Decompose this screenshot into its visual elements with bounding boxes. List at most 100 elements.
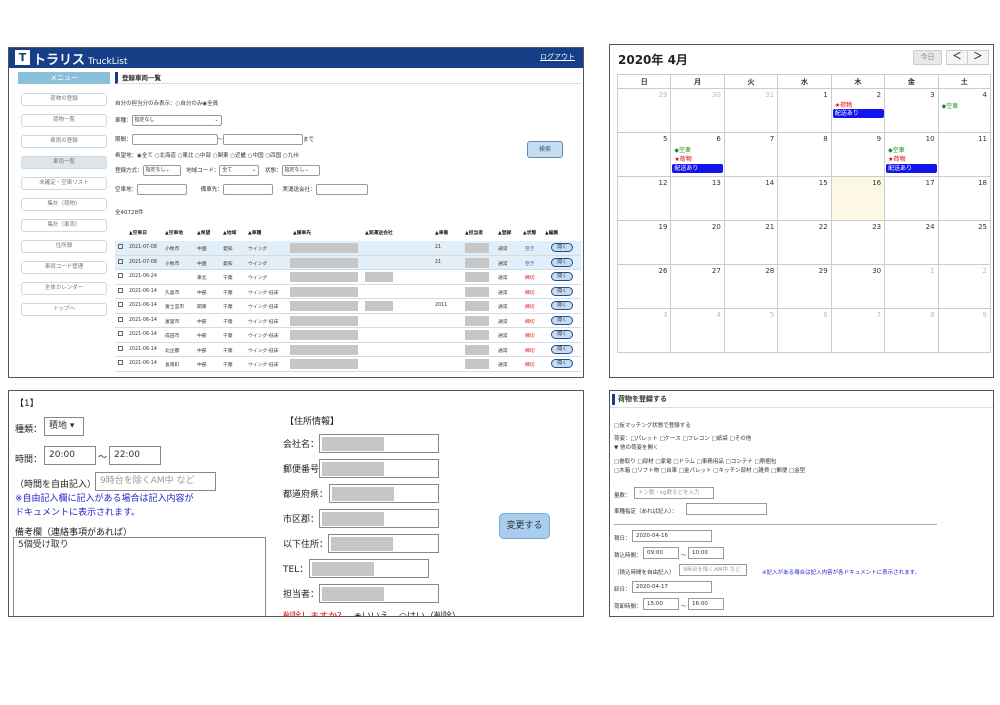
calendar-day-cell[interactable]: 16 bbox=[830, 177, 885, 221]
row-checkbox[interactable] bbox=[118, 345, 123, 351]
calendar-day-cell[interactable]: 29 bbox=[617, 89, 671, 133]
time-from-input[interactable]: 20:00 bbox=[44, 446, 96, 465]
calendar-day-cell[interactable]: 9 bbox=[830, 133, 885, 177]
col-header[interactable]: ▲実運送会社 bbox=[365, 227, 393, 241]
event-nimotsu[interactable]: ★荷物 bbox=[888, 154, 905, 163]
calendar-day-cell[interactable]: 30 bbox=[830, 265, 885, 309]
next-month-button[interactable]: ＞ bbox=[967, 50, 989, 65]
pref-input[interactable] bbox=[329, 484, 439, 503]
row-checkbox[interactable] bbox=[118, 302, 123, 307]
col-header[interactable]: ▲状態 bbox=[523, 227, 536, 241]
open-button[interactable]: 開く bbox=[551, 330, 573, 339]
unload-from-input[interactable]: 15:00 bbox=[643, 598, 679, 610]
col-header[interactable]: ▲登録 bbox=[498, 227, 511, 241]
transport-company-input[interactable] bbox=[315, 184, 368, 195]
calendar-day-cell[interactable]: 5 bbox=[723, 309, 778, 353]
calendar-day-cell[interactable]: 31 bbox=[723, 89, 778, 133]
col-header[interactable]: ▲編集 bbox=[545, 227, 558, 241]
prep-place-input[interactable] bbox=[222, 184, 273, 195]
col-header[interactable]: ▲空車日 bbox=[129, 227, 147, 241]
col-header[interactable]: ▲車番 bbox=[435, 227, 448, 241]
change-button[interactable]: 変更する bbox=[499, 513, 550, 539]
temp-match-checkbox[interactable]: □仮マッチング状態で登録する bbox=[614, 421, 691, 429]
today-button[interactable]: 今日 bbox=[913, 50, 942, 65]
prev-month-button[interactable]: ＜ bbox=[946, 50, 968, 65]
zip-input[interactable] bbox=[319, 459, 439, 478]
unload-to-input[interactable]: 16:00 bbox=[688, 598, 724, 610]
open-button[interactable]: 開く bbox=[551, 272, 573, 281]
all-radio[interactable]: ◉全員 bbox=[202, 101, 218, 107]
status-select[interactable]: 指定なし⌄ bbox=[281, 165, 320, 176]
more-styles-toggle[interactable]: ▼ 他の荷姿を開く bbox=[614, 443, 658, 451]
sidebar-item-unconfirmed[interactable]: 未確定・空車リスト bbox=[21, 177, 107, 190]
logout-link[interactable]: ログアウト bbox=[540, 52, 575, 62]
sidebar-item-vehicle-code[interactable]: 車両コード管理 bbox=[21, 261, 107, 274]
address-input[interactable] bbox=[328, 534, 439, 553]
col-header[interactable]: ▲車種 bbox=[248, 227, 261, 241]
search-button[interactable]: 検索 bbox=[527, 141, 563, 158]
load-from-input[interactable]: 09:00 bbox=[643, 547, 679, 559]
event-haisou[interactable]: 配送あり bbox=[886, 164, 938, 173]
calendar-day-cell[interactable]: 9 bbox=[937, 309, 991, 353]
calendar-day-cell[interactable]: 7 bbox=[830, 309, 885, 353]
sidebar-item-vehicle-register[interactable]: 車両の登録 bbox=[21, 135, 107, 148]
load-date-input[interactable]: 2020-04-16 bbox=[632, 530, 712, 542]
sidebar-item-stats-vehicle[interactable]: 集計（車両） bbox=[21, 219, 107, 232]
region-radios[interactable]: ◉全て ○北海道 ○東北 ○中部 ○関東 ○近畿 ○中国 ○四国 ○九州 bbox=[137, 153, 299, 159]
calendar-day-cell[interactable]: 1 bbox=[777, 89, 831, 133]
col-header[interactable]: ▲空車地 bbox=[165, 227, 183, 241]
car-type-select[interactable]: 指定なし ⌄ bbox=[131, 115, 222, 126]
load-to-input[interactable]: 10:00 bbox=[688, 547, 724, 559]
tel-input[interactable] bbox=[309, 559, 429, 578]
open-button[interactable]: 開く bbox=[551, 286, 573, 296]
row-checkbox[interactable] bbox=[118, 287, 123, 293]
style-checkboxes[interactable]: 荷姿：□パレット □ケース □フレコン □紙袋 □その他 bbox=[614, 434, 751, 442]
qty-input[interactable]: トン数・kg数などを入力 bbox=[634, 487, 714, 499]
period-start-input[interactable] bbox=[131, 134, 218, 145]
type-select[interactable]: 積地 ▾ bbox=[44, 417, 84, 436]
table-row[interactable]: 2021-06-24 東北 千葉 ウイング 通常 締切 開く bbox=[115, 270, 581, 285]
sidebar-item-stats-cargo[interactable]: 集計（荷物） bbox=[21, 198, 107, 211]
row-checkbox[interactable] bbox=[118, 316, 123, 322]
calendar-day-cell[interactable]: 6 bbox=[777, 309, 831, 353]
table-row[interactable]: 2021-07-08 小牧市 中国 愛知 ウイング 21 通常 空き 開く bbox=[115, 255, 581, 270]
calendar-day-cell[interactable]: 12 bbox=[617, 177, 671, 221]
open-button[interactable]: 開く bbox=[551, 359, 573, 368]
calendar-day-cell[interactable]: 14 bbox=[723, 177, 778, 221]
calendar-day-cell[interactable]: 21 bbox=[723, 221, 778, 265]
car-spec-input[interactable] bbox=[686, 503, 767, 515]
event-kuusha[interactable]: ◆空車 bbox=[942, 101, 959, 110]
delete-yes-radio[interactable]: ○はい（削除） bbox=[399, 609, 461, 616]
load-free-input[interactable]: 9時台を除くAM中 など bbox=[679, 564, 747, 576]
table-row[interactable]: 2021-07-08 小牧市 中国 愛知 ウイング 21 通常 空き 開く bbox=[115, 241, 581, 256]
calendar-day-cell[interactable]: 5 bbox=[617, 133, 671, 177]
calendar-day-cell[interactable]: 2 ★荷物 配送あり bbox=[830, 89, 885, 133]
table-row[interactable]: 2021-06-14 富士宮市 関東 千葉 ウイング-低床 2011 通常 締切 開く bbox=[115, 299, 581, 314]
calendar-day-cell[interactable]: 28 bbox=[723, 265, 778, 309]
calendar-day-cell[interactable]: 15 bbox=[777, 177, 831, 221]
col-header[interactable]: ▲担当者 bbox=[465, 227, 483, 241]
more-styles-row-1[interactable]: □巻取り □部材 □家電 □ドラム □事務用品 □コンテナ □剛梱包 bbox=[614, 457, 776, 465]
calendar-day-cell[interactable]: 30 bbox=[670, 89, 724, 133]
reg-method-select[interactable]: 指定なし⌄ bbox=[142, 165, 181, 176]
open-button[interactable]: 開く bbox=[551, 243, 573, 252]
event-haisou[interactable]: 配送あり bbox=[672, 164, 724, 173]
calendar-day-cell[interactable]: 11 bbox=[937, 133, 991, 177]
calendar-day-cell[interactable]: 7 bbox=[723, 133, 778, 177]
company-input[interactable] bbox=[319, 434, 439, 453]
sidebar-item-calendar[interactable]: 全体カレンダー bbox=[21, 282, 107, 295]
table-row[interactable]: 2021-06-14 久喜市 中部 千葉 ウイング-低床 通常 締切 開く bbox=[115, 285, 581, 299]
calendar-day-cell[interactable]: 4 bbox=[670, 309, 724, 353]
row-checkbox[interactable] bbox=[118, 331, 123, 336]
calendar-day-cell[interactable]: 2 bbox=[937, 265, 991, 309]
table-row[interactable]: 2021-06-14 北企都 中部 千葉 ウイング-低床 通常 締切 開く bbox=[115, 343, 581, 357]
calendar-day-cell[interactable]: 17 bbox=[884, 177, 938, 221]
calendar-day-cell[interactable]: 1 bbox=[884, 265, 938, 309]
vacant-place-input[interactable] bbox=[137, 184, 188, 195]
sidebar-item-vehicle-list[interactable]: 車両一覧 bbox=[21, 156, 107, 169]
event-nimotsu[interactable]: ★荷物 bbox=[674, 154, 691, 163]
calendar-day-cell[interactable]: 8 bbox=[884, 309, 938, 353]
event-kuusha[interactable]: ◆空車 bbox=[674, 145, 691, 154]
calendar-day-cell[interactable]: 29 bbox=[777, 265, 831, 309]
calendar-day-cell[interactable]: 18 bbox=[937, 177, 991, 221]
